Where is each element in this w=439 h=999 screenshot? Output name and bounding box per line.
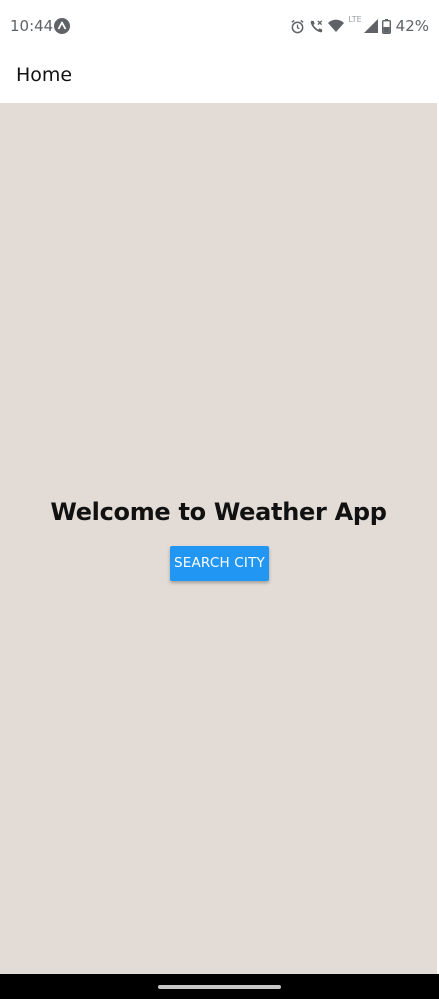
- battery-icon: [381, 18, 391, 34]
- screen: 10:44 LTE 42% Home Welcome to Weather Ap…: [0, 0, 439, 999]
- navigation-bar: [0, 974, 439, 999]
- battery-percentage: 42%: [395, 17, 429, 35]
- lte-icon: LTE: [348, 14, 362, 24]
- wifi-calling-icon: [309, 19, 324, 34]
- app-notification-icon: [54, 18, 70, 34]
- wifi-icon: [328, 19, 345, 33]
- welcome-heading: Welcome to Weather App: [50, 498, 387, 526]
- signal-icon: [363, 19, 378, 33]
- app-bar: Home: [0, 52, 439, 103]
- main-content: Welcome to Weather App SEARCH CITY: [0, 103, 437, 974]
- home-gesture-handle[interactable]: [158, 985, 281, 989]
- status-time: 10:44: [10, 17, 54, 35]
- search-city-button[interactable]: SEARCH CITY: [170, 546, 269, 581]
- page-title: Home: [16, 64, 73, 86]
- alarm-icon: [290, 19, 305, 34]
- status-bar: 10:44 LTE 42%: [0, 0, 439, 52]
- status-icons: LTE 42%: [290, 14, 429, 36]
